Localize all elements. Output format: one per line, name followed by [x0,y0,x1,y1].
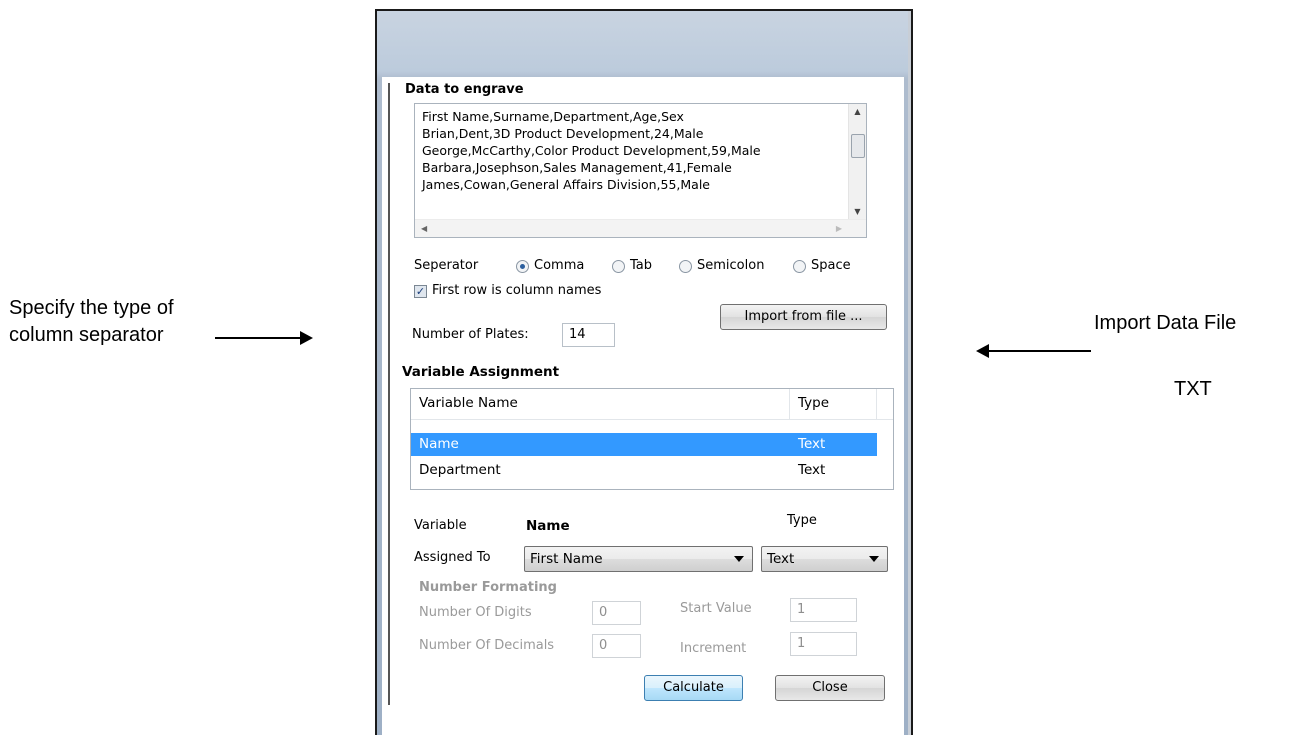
data-line: James,Cowan,General Affairs Division,55,… [422,177,710,192]
variable-label: Variable [414,518,467,533]
scroll-down-icon[interactable]: ▼ [849,204,866,220]
annotation-arrow-right [215,331,313,345]
data-line: George,McCarthy,Color Product Developmen… [422,143,761,158]
chevron-down-icon [734,556,744,562]
column-variable-name[interactable]: Variable Name [419,392,518,415]
close-button[interactable]: Close [775,675,885,701]
number-formatting-title: Number Formating [419,580,557,595]
scroll-left-icon[interactable]: ◀ [421,220,427,237]
import-from-file-button[interactable]: Import from file ... [720,304,887,330]
annotation-separator-line2: column separator [9,324,164,346]
data-line: First Name,Surname,Department,Age,Sex [422,109,684,124]
type-label: Type [787,513,817,528]
data-line: Brian,Dent,3D Product Development,24,Mal… [422,126,704,141]
chevron-down-icon [869,556,879,562]
dialog-client-area: Data to engrave First Name,Surname,Depar… [382,77,904,737]
increment-label: Increment [680,641,747,656]
separator-label: Seperator [414,258,479,273]
type-dropdown[interactable]: Text [761,546,888,572]
annotation-arrow-left [976,344,1091,358]
number-of-plates-field[interactable]: 14 [562,323,615,347]
number-of-digits-label: Number Of Digits [419,605,532,620]
first-row-checkbox[interactable]: ✓ [414,285,427,298]
calculate-button[interactable]: Calculate [644,675,743,701]
assigned-to-value: First Name [530,551,603,567]
data-line: Barbara,Josephson,Sales Management,41,Fe… [422,160,732,175]
table-row[interactable]: Name Text [411,433,877,456]
radio-tab-label[interactable]: Tab [630,258,652,273]
assigned-to-label: Assigned To [414,550,491,565]
dialog-window: Data to engrave First Name,Surname,Depar… [375,9,913,737]
annotation-import-line2: TXT [1174,378,1212,400]
table-row[interactable]: Department Text [411,459,877,482]
annotation-import-line1: Import Data File [1094,312,1237,334]
type-value: Text [767,551,795,567]
scroll-thumb[interactable] [851,134,865,158]
row-name: Name [419,436,459,452]
radio-space-label[interactable]: Space [811,258,851,273]
column-type[interactable]: Type [798,392,829,415]
first-row-checkbox-label[interactable]: First row is column names [432,283,601,298]
radio-tab[interactable] [612,260,625,273]
number-of-decimals-label: Number Of Decimals [419,638,555,653]
radio-space[interactable] [793,260,806,273]
radio-comma[interactable] [516,260,529,273]
variable-value: Name [526,518,570,534]
horizontal-scrollbar[interactable]: ◀ ▶ [415,219,866,237]
start-value-label: Start Value [680,601,752,616]
vertical-scrollbar[interactable]: ▲ ▼ [848,104,866,220]
increment-field[interactable]: 1 [790,632,857,656]
scroll-up-icon[interactable]: ▲ [849,104,866,120]
number-of-digits-field[interactable]: 0 [592,601,641,625]
data-textarea[interactable]: First Name,Surname,Department,Age,Sex Br… [414,103,867,238]
scroll-right-icon[interactable]: ▶ [836,220,842,237]
number-of-plates-label: Number of Plates: [412,327,529,342]
data-lines: First Name,Surname,Department,Age,Sex Br… [422,108,761,193]
start-value-field[interactable]: 1 [790,598,857,622]
variable-list[interactable]: Variable Name Type Name Text Department … [410,388,894,490]
assigned-to-dropdown[interactable]: First Name [524,546,753,572]
radio-semicolon[interactable] [679,260,692,273]
window-right-edge [908,11,911,735]
row-name: Department [419,462,501,478]
column-divider [789,389,790,419]
column-divider [876,389,877,419]
annotation-separator-line1: Specify the type of [9,297,174,319]
radio-semicolon-label[interactable]: Semicolon [697,258,764,273]
header-row: Variable Name Type [411,392,877,415]
row-type: Text [798,436,826,452]
left-border-line [388,83,390,705]
data-to-engrave-label: Data to engrave [405,82,524,97]
number-of-decimals-field[interactable]: 0 [592,634,641,658]
list-header: Variable Name Type [411,389,893,420]
row-type: Text [798,462,826,478]
variable-assignment-title: Variable Assignment [402,364,560,380]
radio-comma-label[interactable]: Comma [534,258,584,273]
